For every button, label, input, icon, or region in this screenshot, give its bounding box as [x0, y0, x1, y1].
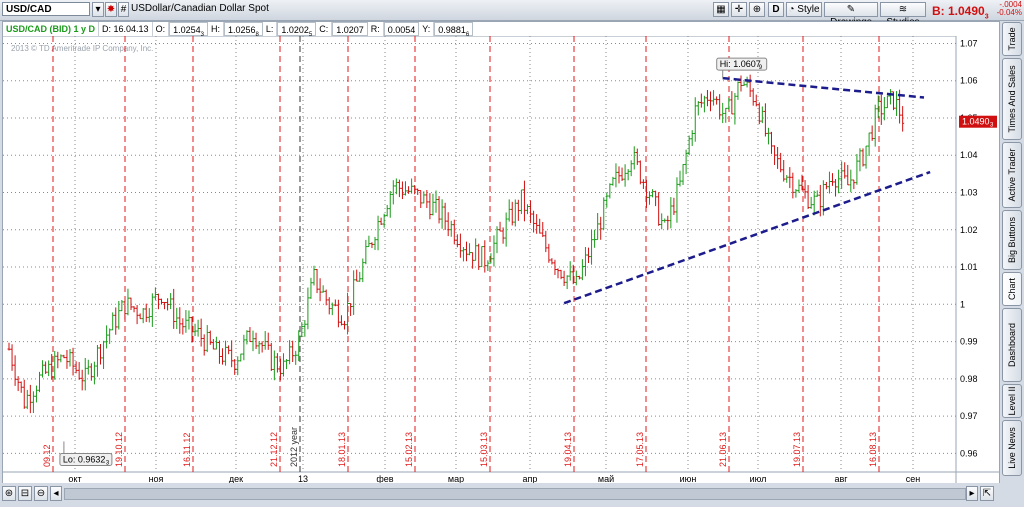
side-tab-label: Active Trader: [1007, 148, 1017, 202]
navigate-icon[interactable]: ⊛: [2, 486, 16, 501]
high-annotation-label: Hi: 1.0607: [720, 59, 761, 69]
symbol-link-icon[interactable]: ✸: [105, 2, 117, 17]
side-tab-label: Times And Sales: [1007, 65, 1017, 133]
y-tick-label: 1.03: [960, 188, 978, 198]
y-tick-label: 1: [960, 299, 965, 309]
low-annotation-label: Lo: 0.9632: [63, 454, 106, 464]
bid-price: B: 1.04903: [932, 4, 989, 20]
y-tick-label: 0.96: [960, 448, 978, 458]
symbol-hash-button[interactable]: #: [118, 2, 129, 17]
price-chart[interactable]: 0.960.970.980.9911.011.021.031.041.051.0…: [3, 22, 999, 484]
y-tick-label: 0.97: [960, 411, 978, 421]
event-marker-label: 16.11.12: [182, 433, 192, 467]
y-tick-label: 1.02: [960, 225, 978, 235]
event-marker-label: 19.10.12: [114, 432, 124, 467]
event-marker-label: 19.04.13: [563, 432, 573, 467]
y-tick-label: 0.98: [960, 374, 978, 384]
event-marker-label: 16.08.13: [868, 432, 878, 467]
side-tab-big-buttons[interactable]: Big Buttons: [1002, 210, 1022, 270]
style-icon: ◔: [788, 4, 795, 15]
y-tick-label: 1.04: [960, 150, 978, 160]
event-marker-label: 18.01.13: [337, 432, 347, 467]
chart-navigation-bar: ⊛ ⊟ ⊖ ◂ ▸ ⇱: [0, 483, 1000, 507]
symbol-dropdown-icon[interactable]: ▾: [92, 2, 104, 17]
y-tick-label: 0.99: [960, 337, 978, 347]
side-tab-label: Live News: [1007, 427, 1017, 469]
zoom-out-icon[interactable]: ⊖: [34, 486, 48, 501]
side-tab-label: Level II: [1007, 386, 1017, 416]
side-tab-chart[interactable]: Chart: [1002, 272, 1022, 306]
event-marker-label: 19.07.13: [792, 432, 802, 467]
y-tick-label: 1.01: [960, 262, 978, 272]
side-tab-dashboard[interactable]: Dashboard: [1002, 308, 1022, 382]
studies-icon: ≋: [898, 4, 908, 15]
side-tab-live-news[interactable]: Live News: [1002, 420, 1022, 476]
side-tab-label: Trade: [1007, 27, 1017, 51]
zoom-icon[interactable]: ⊕: [749, 2, 765, 17]
change-pct: -0.04%: [996, 8, 1022, 17]
side-tab-strip: Trade Times And Sales Active Trader Big But…: [1002, 22, 1022, 482]
chart-toolbar: USD/CAD ▾ ✸ # USDollar/Canadian Dollar S…: [0, 0, 1024, 28]
event-marker-label: 15.03.13: [479, 432, 489, 467]
bid-price-frac: 3: [984, 13, 989, 21]
side-tab-active-trader[interactable]: Active Trader: [1002, 142, 1022, 208]
symbol-input[interactable]: USD/CAD: [2, 2, 90, 16]
style-label: Style: [797, 4, 820, 15]
expand-icon[interactable]: ⇱: [980, 486, 994, 501]
symbol-description: USDollar/Canadian Dollar Spot: [131, 3, 269, 14]
event-marker-label: 09.12: [42, 444, 52, 467]
drawings-button[interactable]: ✎ Drawings: [824, 2, 878, 28]
crosshair-icon[interactable]: ✛: [731, 2, 747, 17]
side-tab-level-ii[interactable]: Level II: [1002, 384, 1022, 418]
event-marker-label: 21.06.13: [718, 432, 728, 467]
event-marker-label: 2012 year: [289, 427, 299, 467]
side-tab-label: Dashboard: [1007, 322, 1017, 368]
y-tick-label: 1.06: [960, 76, 978, 86]
time-frame-button[interactable]: D: [768, 2, 784, 17]
price-change: -.0004 -0.04%: [992, 1, 1022, 17]
zoom-fit-icon[interactable]: ⊟: [18, 486, 32, 501]
side-tab-label: Big Buttons: [1007, 216, 1017, 264]
event-marker-label: 21.12.12: [269, 432, 279, 467]
event-marker-label: 17.05.13: [635, 432, 645, 467]
pencil-icon: ✎: [846, 4, 856, 15]
scroll-right-icon[interactable]: ▸: [966, 486, 978, 501]
trend-line: [563, 170, 931, 305]
horizontal-scrollbar[interactable]: [64, 488, 966, 500]
side-tab-trade[interactable]: Trade: [1002, 22, 1022, 56]
style-button[interactable]: ◔ Style: [786, 2, 822, 17]
chart-panel[interactable]: USD/CAD (BID) 1 y D D: 16.04.13 O: 1.025…: [2, 21, 1000, 485]
last-price-label: 1.0490: [962, 117, 990, 127]
bid-price-value: B: 1.0490: [932, 4, 985, 18]
grid-icon[interactable]: ▦: [713, 2, 729, 17]
side-tab-times-and-sales[interactable]: Times And Sales: [1002, 58, 1022, 140]
scroll-left-icon[interactable]: ◂: [50, 486, 62, 501]
side-tab-label: Chart: [1007, 277, 1017, 301]
y-tick-label: 1.07: [960, 38, 978, 48]
event-marker-label: 15.02.13: [404, 432, 414, 467]
studies-button[interactable]: ≋ Studies: [880, 2, 926, 28]
